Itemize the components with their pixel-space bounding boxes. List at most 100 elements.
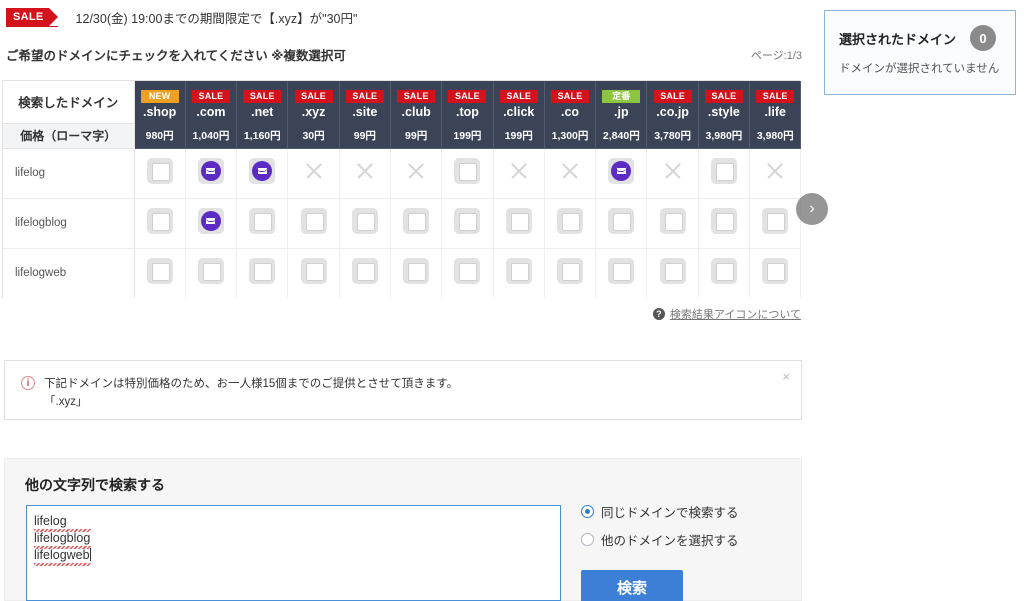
domain-column-header: SALE .co.jp [646, 81, 699, 123]
domain-cell-available[interactable] [390, 248, 443, 298]
domain-checkbox[interactable] [659, 207, 686, 234]
domain-checkbox[interactable] [403, 207, 430, 234]
column-price: 1,040円 [185, 123, 238, 149]
domain-checkbox[interactable] [351, 207, 378, 234]
domain-cell-available[interactable] [134, 248, 186, 298]
domain-cell-available[interactable] [287, 248, 340, 298]
domain-cell-available[interactable] [441, 148, 494, 199]
domain-cell-available[interactable] [236, 198, 289, 249]
domain-checkbox[interactable] [146, 207, 173, 234]
domain-checkbox[interactable] [197, 257, 224, 284]
table-row: lifelog [3, 148, 802, 199]
carousel-next-arrow-icon[interactable]: › [796, 193, 828, 225]
mail-notify-icon[interactable] [608, 157, 635, 184]
domain-checkbox[interactable] [351, 257, 378, 284]
domain-cell-unavailable [339, 148, 391, 199]
domain-checkbox[interactable] [557, 207, 584, 234]
domain-cell-available[interactable] [698, 198, 751, 249]
result-icon-legend-link[interactable]: 検索結果アイコンについて [670, 306, 801, 322]
domain-checkbox[interactable] [762, 207, 789, 234]
domain-column-header: SALE .life [749, 81, 802, 123]
domain-cell-available[interactable] [441, 248, 494, 298]
unavailable-x-icon [506, 158, 532, 184]
domain-cell-available[interactable] [390, 198, 443, 249]
domain-checkbox[interactable] [249, 257, 276, 284]
table-row: lifelogblog [3, 198, 802, 249]
column-tld-label: .co.jp [656, 105, 689, 119]
result-icon-legend: ? 検索結果アイコンについて [652, 306, 801, 322]
mail-notify-icon[interactable] [249, 157, 276, 184]
domain-checkbox[interactable] [300, 257, 327, 284]
radio-other-domain-icon[interactable] [581, 533, 594, 546]
instruction-text: ご希望のドメインにチェックを入れてください ※複数選択可 [6, 49, 346, 63]
column-tld-label: .co [560, 105, 580, 119]
domain-cell-available[interactable] [749, 198, 802, 249]
search-button[interactable]: 検索 [581, 570, 683, 601]
column-tld-label: .net [251, 105, 274, 119]
domain-checkbox[interactable] [710, 257, 737, 284]
radio-option-same-domain[interactable]: 同じドメインで検索する [581, 502, 739, 521]
domain-checkbox[interactable] [608, 257, 635, 284]
column-badge: SALE [653, 90, 692, 103]
domain-checkbox[interactable] [454, 257, 481, 284]
column-price: 199円 [441, 123, 494, 149]
domain-cell-available[interactable] [544, 198, 597, 249]
domain-checkbox[interactable] [710, 157, 737, 184]
domain-column-header: SALE .club [390, 81, 443, 123]
domain-cell-available[interactable] [185, 248, 238, 298]
domain-cell-available[interactable] [134, 148, 186, 199]
domain-checkbox[interactable] [146, 157, 173, 184]
domain-checkbox[interactable] [454, 207, 481, 234]
domain-checkbox[interactable] [146, 257, 173, 284]
domain-cell-available[interactable] [236, 248, 289, 298]
mail-notify-icon[interactable] [197, 157, 224, 184]
domain-cell-unavailable [390, 148, 443, 199]
column-price: 99円 [339, 123, 391, 149]
mail-notify-icon[interactable] [197, 207, 224, 234]
domain-cell-available[interactable] [287, 198, 340, 249]
radio-same-domain-icon[interactable] [581, 505, 594, 518]
domain-checkbox[interactable] [300, 207, 327, 234]
search-keywords-textarea[interactable] [26, 505, 561, 601]
column-tld-label: .style [707, 105, 740, 119]
domain-checkbox[interactable] [710, 207, 737, 234]
domain-checkbox[interactable] [249, 207, 276, 234]
close-icon[interactable]: × [782, 369, 790, 384]
column-badge: SALE [243, 90, 282, 103]
domain-checkbox[interactable] [505, 207, 532, 234]
sale-flag-badge: SALE [6, 7, 58, 27]
domain-cell-taken-notify[interactable] [236, 148, 289, 199]
domain-cell-taken-notify[interactable] [185, 198, 238, 249]
domain-cell-available[interactable] [698, 148, 751, 199]
domain-cell-available[interactable] [441, 198, 494, 249]
domain-cell-available[interactable] [698, 248, 751, 298]
column-price: 30円 [287, 123, 340, 149]
domain-cell-available[interactable] [339, 198, 391, 249]
domain-cell-available[interactable] [134, 198, 186, 249]
domain-checkbox[interactable] [659, 257, 686, 284]
column-price: 3,780円 [646, 123, 699, 149]
domain-cell-available[interactable] [544, 248, 597, 298]
domain-column-header: SALE .top [441, 81, 494, 123]
domain-checkbox[interactable] [557, 257, 584, 284]
domain-cell-available[interactable] [339, 248, 391, 298]
domain-checkbox[interactable] [762, 257, 789, 284]
radio-option-other-domain[interactable]: 他のドメインを選択する [581, 530, 739, 549]
domain-checkbox[interactable] [608, 207, 635, 234]
domain-cell-available[interactable] [749, 248, 802, 298]
domain-cell-unavailable [544, 148, 597, 199]
domain-cell-available[interactable] [595, 248, 648, 298]
domain-checkbox[interactable] [454, 157, 481, 184]
column-price: 99円 [390, 123, 443, 149]
domain-cell-taken-notify[interactable] [595, 148, 648, 199]
selected-domains-title: 選択されたドメイン [839, 31, 957, 47]
domain-cell-available[interactable] [646, 248, 699, 298]
domain-cell-available[interactable] [595, 198, 648, 249]
domain-checkbox[interactable] [505, 257, 532, 284]
selected-domains-empty-message: ドメインが選択されていません [839, 63, 1000, 75]
domain-cell-available[interactable] [646, 198, 699, 249]
domain-cell-available[interactable] [493, 198, 545, 249]
domain-checkbox[interactable] [403, 257, 430, 284]
domain-cell-available[interactable] [493, 248, 545, 298]
domain-cell-taken-notify[interactable] [185, 148, 238, 199]
